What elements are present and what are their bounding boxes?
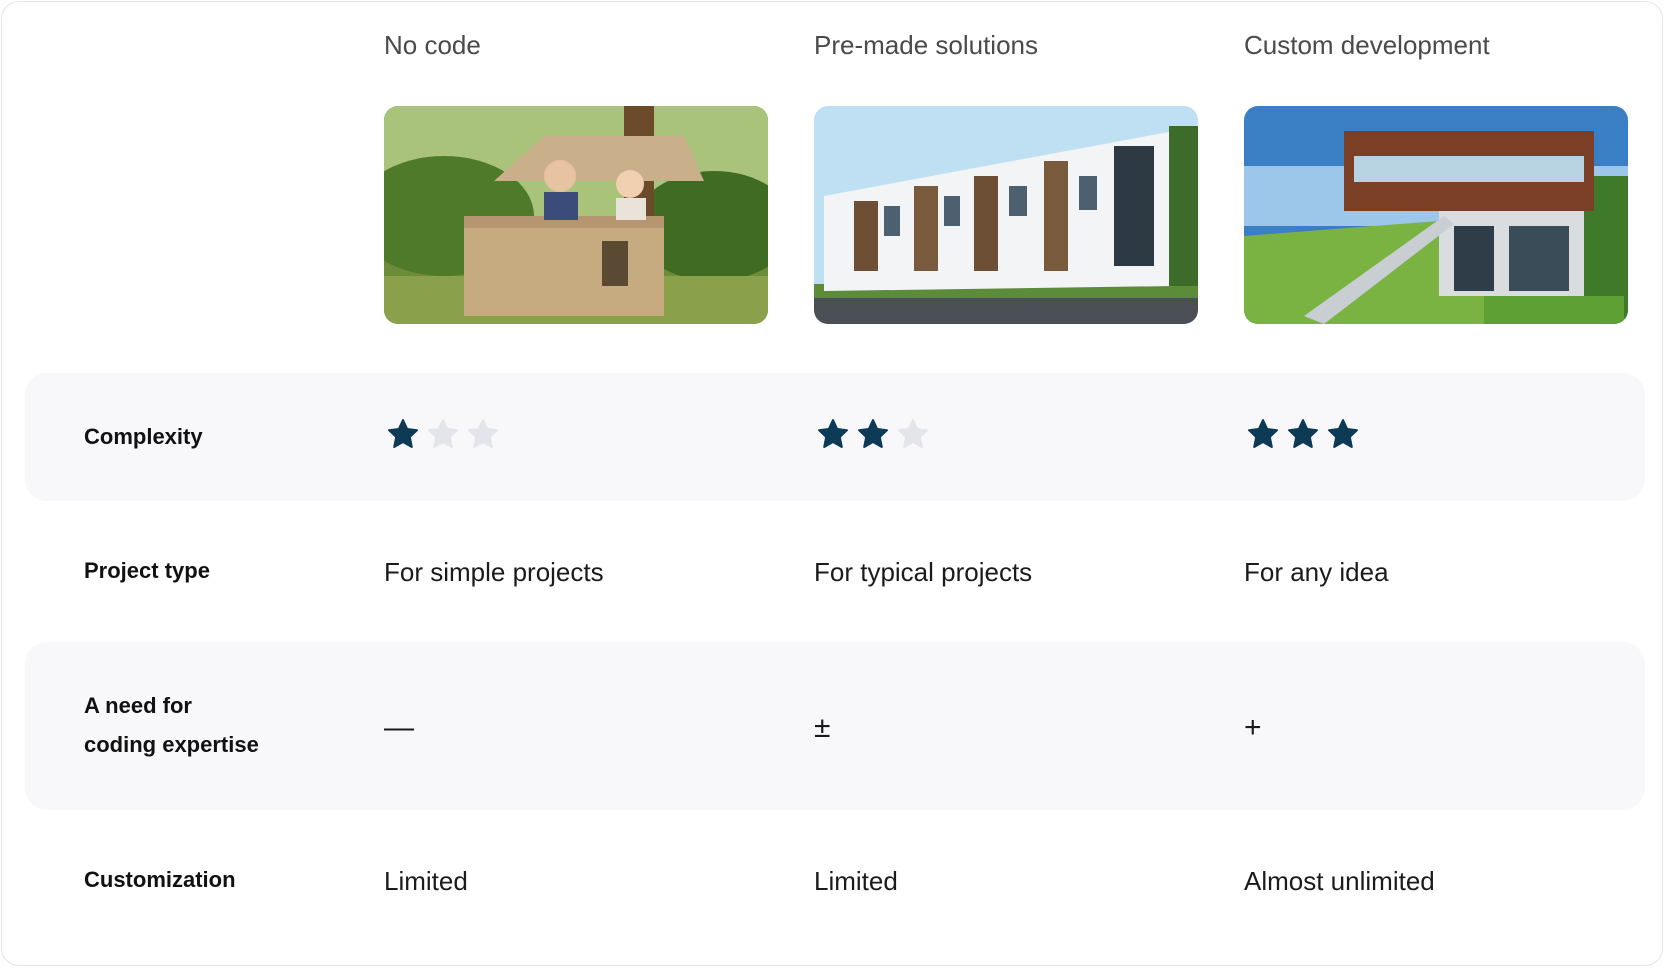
project-type-pre-made: For typical projects — [814, 557, 1033, 587]
row-label-project-type: Project type — [84, 558, 210, 583]
star-empty-icon — [468, 419, 498, 448]
star-rating-custom — [1247, 418, 1359, 450]
star-filled-icon — [388, 419, 418, 448]
star-filled-icon — [858, 419, 888, 448]
star-filled-icon — [818, 419, 848, 448]
customization-no-code: Limited — [384, 866, 468, 896]
star-empty-icon — [898, 419, 928, 448]
column-header-no-code: No code — [384, 30, 481, 60]
customization-custom: Almost unlimited — [1244, 866, 1435, 896]
row-label-coding-line2: coding expertise — [84, 732, 259, 757]
modern-building-image — [1244, 106, 1628, 324]
comparison-table: No code Pre-made solutions Custom develo… — [1, 1, 1663, 966]
row-label-coding-line1: A need for — [84, 693, 192, 718]
star-filled-icon — [1328, 419, 1358, 448]
column-header-pre-made: Pre-made solutions — [814, 30, 1038, 60]
star-rating-pre-made — [817, 418, 929, 450]
row-label-customization: Customization — [84, 867, 236, 892]
project-type-custom: For any idea — [1244, 557, 1389, 587]
coding-expertise-pre-made: ± — [814, 711, 831, 744]
star-filled-icon — [1248, 419, 1278, 448]
coding-expertise-row — [25, 642, 1645, 810]
cardboard-playhouse-image — [384, 106, 768, 324]
project-type-no-code: For simple projects — [384, 557, 604, 587]
coding-expertise-custom: + — [1244, 711, 1262, 744]
star-empty-icon — [428, 419, 458, 448]
star-rating-no-code — [387, 418, 499, 450]
customization-pre-made: Limited — [814, 866, 898, 896]
row-label-complexity: Complexity — [84, 424, 203, 449]
townhouses-image — [814, 106, 1198, 324]
column-header-custom: Custom development — [1244, 30, 1490, 60]
coding-expertise-no-code: — — [384, 711, 414, 744]
star-filled-icon — [1288, 419, 1318, 448]
